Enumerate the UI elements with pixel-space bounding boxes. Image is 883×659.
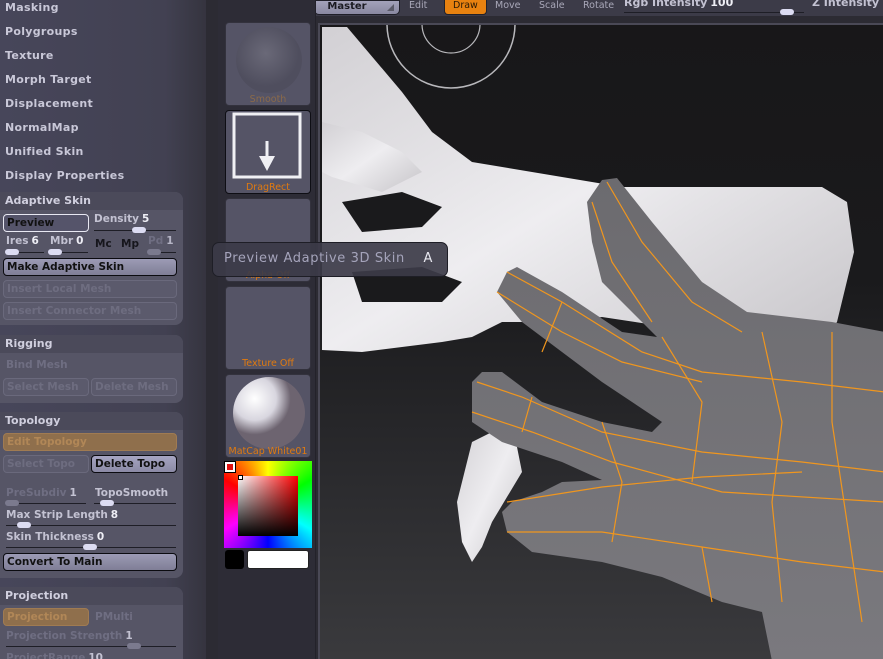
stroke-tile[interactable]: DragRect [225, 110, 311, 194]
bind-mesh-button[interactable]: Bind Mesh [6, 359, 68, 371]
tooltip-text: Preview Adaptive 3D Skin [224, 251, 405, 266]
edit-topology-button[interactable]: Edit Topology [3, 433, 177, 451]
tool-palette: Masking Polygroups Texture Morph Target … [0, 0, 206, 659]
material-tile[interactable]: MatCap White01 [225, 374, 311, 458]
select-mesh-button[interactable]: Select Mesh [3, 378, 89, 396]
texture-tile[interactable]: Texture Off [225, 286, 311, 370]
texture-caption: Texture Off [242, 358, 294, 369]
skin-thickness-label: Skin Thickness 0 [6, 531, 105, 543]
presubdiv-slider-knob[interactable] [5, 500, 19, 506]
pmulti-button[interactable]: PMulti [95, 611, 133, 623]
rgb-intensity-knob[interactable] [780, 9, 794, 15]
max-strip-length-knob[interactable] [17, 522, 31, 528]
delete-mesh-button[interactable]: Delete Mesh [91, 378, 177, 396]
brush-tile[interactable]: Smooth [225, 22, 311, 106]
preview-button[interactable]: Preview [3, 214, 89, 232]
3d-viewport[interactable] [318, 23, 883, 659]
menu-polygroups[interactable]: Polygroups [5, 25, 78, 38]
menu-unified-skin[interactable]: Unified Skin [5, 145, 84, 158]
insert-local-mesh-button[interactable]: Insert Local Mesh [3, 280, 177, 298]
scale-mode-button[interactable]: Scale [539, 0, 565, 11]
mbr-slider-knob[interactable] [48, 249, 62, 255]
menu-morph-target[interactable]: Morph Target [5, 73, 92, 86]
menu-masking[interactable]: Masking [5, 1, 59, 14]
brush-caption: Smooth [249, 94, 287, 105]
presubdiv-label: PreSubdiv 1 [6, 487, 77, 499]
density-label: Density 5 [94, 213, 150, 225]
move-mode-button[interactable]: Move [495, 0, 520, 11]
mbr-label: Mbr 0 [50, 235, 84, 247]
brush-cursor-outer [386, 25, 516, 89]
projection-strength-slider[interactable] [6, 646, 176, 647]
rigging-panel: Rigging Bind Mesh Select Mesh Delete Mes… [0, 335, 183, 403]
menu-displacement[interactable]: Displacement [5, 97, 93, 110]
white-hand-mesh [322, 27, 854, 352]
toposmooth-slider-knob[interactable] [100, 500, 114, 506]
menu-texture[interactable]: Texture [5, 49, 54, 62]
pd-slider-knob[interactable] [147, 249, 161, 255]
topology-panel: Topology Edit Topology Select Topo Delet… [0, 412, 183, 578]
insert-connector-mesh-button[interactable]: Insert Connector Mesh [3, 302, 177, 320]
mc-toggle[interactable]: Mc [95, 238, 112, 250]
edit-mode-button[interactable]: Edit [409, 0, 427, 11]
menu-normalmap[interactable]: NormalMap [5, 121, 79, 134]
draw-mode-button[interactable]: Draw [444, 0, 487, 15]
adaptive-skin-title[interactable]: Adaptive Skin [0, 192, 183, 210]
mp-toggle[interactable]: Mp [121, 238, 139, 250]
hue-marker[interactable] [224, 461, 236, 473]
adaptive-skin-panel: Adaptive Skin Preview Density 5 Ires 6 Mbr… [0, 192, 183, 325]
rgb-intensity-label: Rgb Intensity 100 [624, 0, 734, 9]
dropdown-arrow-icon [387, 4, 394, 11]
master-label: Master [327, 1, 367, 12]
projection-button[interactable]: Projection [3, 608, 89, 626]
ires-label: Ires 6 [6, 235, 39, 247]
brush-shelf: Smooth DragRect Alpha Off Texture Off Ma… [218, 0, 316, 659]
color-picker[interactable] [224, 461, 312, 548]
rigging-title[interactable]: Rigging [0, 335, 183, 353]
convert-to-main-button[interactable]: Convert To Main [3, 553, 177, 571]
max-strip-length-label: Max Strip Length 8 [6, 509, 119, 521]
brush-cursor-inner [421, 25, 481, 54]
saturation-value-square[interactable] [238, 476, 298, 536]
max-strip-length-slider[interactable] [6, 525, 176, 526]
projection-panel: Projection Projection PMulti Projection … [0, 587, 183, 659]
top-toolbar: rev-E Master Edit Draw Move Scale Rotate… [218, 0, 883, 16]
tooltip: Preview Adaptive 3D Skin A [212, 242, 448, 277]
make-adaptive-skin-button[interactable]: Make Adaptive Skin [3, 258, 177, 276]
skin-thickness-knob[interactable] [83, 544, 97, 550]
topology-title[interactable]: Topology [0, 412, 183, 430]
menu-display-properties[interactable]: Display Properties [5, 169, 124, 182]
project-range-label: ProjectRange 10 [6, 652, 103, 659]
tooltip-hotkey: A [423, 251, 433, 266]
toposmooth-label: TopoSmooth [95, 487, 169, 499]
rgb-intensity-slider[interactable] [624, 12, 804, 13]
master-dropdown[interactable]: Master [314, 0, 400, 15]
ires-slider-knob[interactable] [5, 249, 19, 255]
rotate-mode-button[interactable]: Rotate [583, 0, 614, 11]
projection-strength-knob[interactable] [127, 643, 141, 649]
primary-color-swatch[interactable] [225, 550, 244, 569]
projection-strength-label: Projection Strength 1 [6, 630, 133, 642]
projection-title[interactable]: Projection [0, 587, 183, 605]
material-caption: MatCap White01 [228, 446, 308, 457]
color-marker[interactable] [238, 475, 243, 480]
stroke-caption: DragRect [245, 182, 291, 193]
delete-topo-button[interactable]: Delete Topo [91, 455, 177, 473]
z-intensity-label: Z Intensity [812, 0, 880, 9]
secondary-color-swatch[interactable] [247, 550, 309, 569]
hand-model-canvas[interactable] [320, 25, 883, 659]
select-topo-button[interactable]: Select Topo [3, 455, 89, 473]
pd-label: Pd 1 [148, 235, 174, 247]
density-slider-knob[interactable] [132, 227, 146, 233]
